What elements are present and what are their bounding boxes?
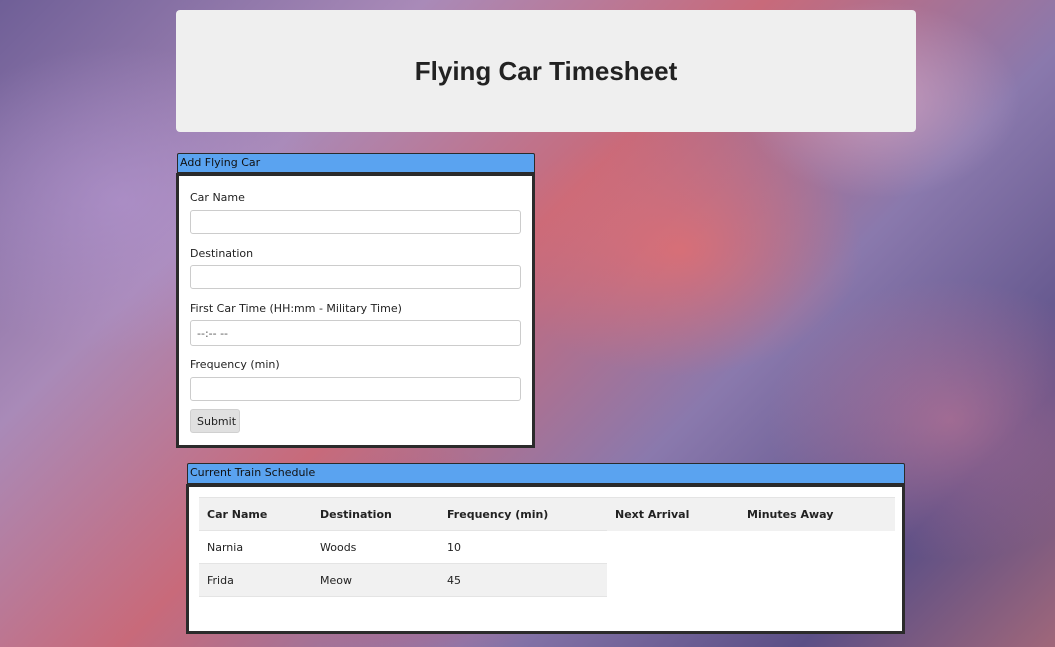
cell-destination: Woods — [312, 530, 439, 564]
column-header-destination: Destination — [312, 497, 439, 531]
column-header-car-name: Car Name — [199, 497, 312, 531]
page-title: Flying Car Timesheet — [414, 55, 678, 86]
table-row: Narnia Woods 10 — [199, 530, 895, 564]
cell-car-name: Frida — [199, 563, 312, 597]
cell-minutes-away — [739, 563, 895, 597]
destination-label: Destination — [190, 247, 254, 260]
cell-minutes-away — [739, 530, 895, 564]
column-header-next-arrival: Next Arrival — [607, 497, 739, 531]
table-bottom-border — [199, 596, 895, 597]
frequency-label: Frequency (min) — [190, 358, 280, 371]
page-header: Flying Car Timesheet — [176, 10, 916, 132]
first-car-time-input[interactable] — [190, 320, 521, 346]
first-car-time-label: First Car Time (HH:mm - Military Time) — [190, 302, 402, 315]
table-header-row: Car Name Destination Frequency (min) Nex… — [199, 497, 895, 531]
schedule-panel-header: Current Train Schedule — [187, 463, 905, 484]
car-name-label: Car Name — [190, 191, 245, 204]
column-header-frequency: Frequency (min) — [439, 497, 607, 531]
schedule-panel-title: Current Train Schedule — [190, 466, 316, 479]
cell-frequency: 10 — [439, 530, 607, 564]
car-name-input[interactable] — [190, 210, 521, 234]
destination-input[interactable] — [190, 265, 521, 289]
add-car-panel-header: Add Flying Car — [177, 153, 535, 173]
table-row: Frida Meow 45 — [199, 563, 895, 597]
add-car-panel-title: Add Flying Car — [180, 156, 261, 169]
cell-next-arrival — [607, 563, 739, 597]
frequency-input[interactable] — [190, 377, 521, 401]
cell-car-name: Narnia — [199, 530, 312, 564]
column-header-minutes-away: Minutes Away — [739, 497, 895, 531]
add-car-form: Car Name Destination First Car Time (HH:… — [176, 173, 535, 448]
schedule-table: Car Name Destination Frequency (min) Nex… — [199, 497, 895, 597]
cell-destination: Meow — [312, 563, 439, 597]
cell-frequency: 45 — [439, 563, 607, 597]
cell-next-arrival — [607, 530, 739, 564]
schedule-panel: Car Name Destination Frequency (min) Nex… — [186, 484, 905, 634]
submit-button[interactable]: Submit — [190, 409, 240, 433]
